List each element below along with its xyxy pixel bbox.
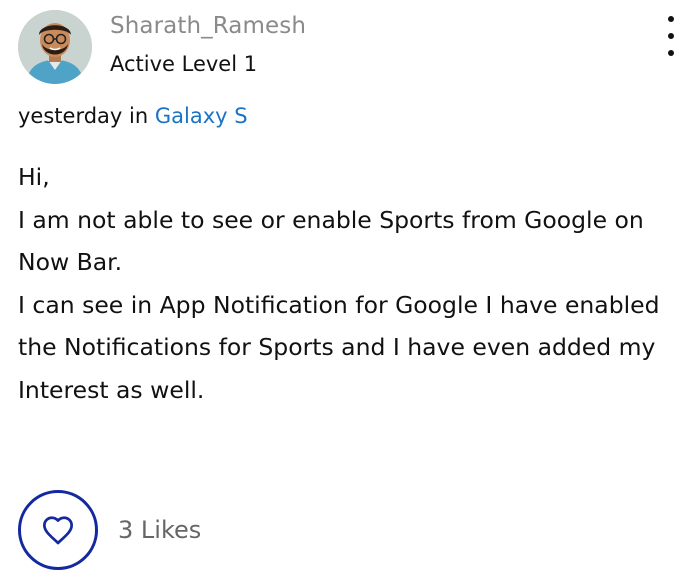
like-button[interactable] [18, 490, 98, 570]
post-line: Hi, [18, 163, 50, 191]
likes-count: 3 Likes [118, 516, 202, 544]
author-name[interactable]: Sharath_Ramesh [110, 13, 306, 39]
heart-icon [42, 516, 73, 545]
post-line: I am not able to see or enable Sports fr… [18, 205, 644, 277]
avatar-cartoon-icon [18, 10, 92, 84]
post-line: I can see in App Notification for Google… [18, 290, 660, 404]
more-options-button[interactable] [660, 16, 682, 56]
post-header: Sharath_Ramesh Active Level 1 [18, 10, 682, 90]
post-meta: yesterday in Galaxy S [18, 104, 248, 128]
author-rank: Active Level 1 [110, 52, 258, 76]
like-area: 3 Likes [18, 487, 201, 573]
post-body: Hi, I am not able to see or enable Sport… [18, 156, 682, 411]
post-time: yesterday [18, 104, 123, 128]
board-link[interactable]: Galaxy S [155, 104, 248, 128]
author-avatar[interactable] [18, 10, 92, 84]
more-vertical-icon [668, 16, 674, 22]
post-in-word: in [129, 104, 149, 128]
more-vertical-icon-dot [668, 50, 674, 56]
more-vertical-icon-dot [668, 33, 674, 39]
